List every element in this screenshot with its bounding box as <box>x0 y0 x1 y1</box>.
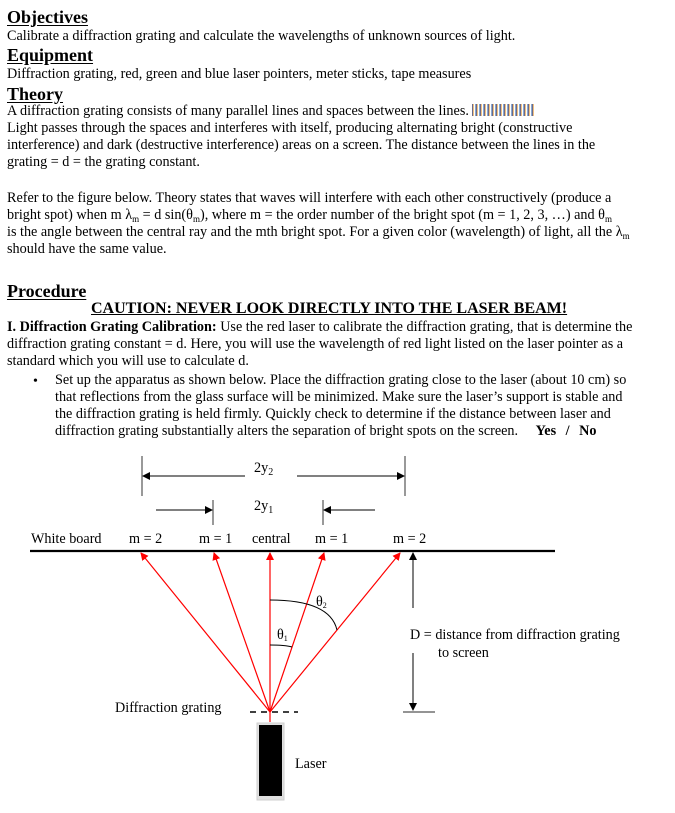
spot-label-m1-left: m = 1 <box>199 531 232 547</box>
laser-label: Laser <box>295 756 327 772</box>
theta1-label: θ1 <box>277 627 288 643</box>
diffraction-grating-label: Diffraction grating <box>115 700 222 716</box>
theta1-arc <box>269 644 293 648</box>
distance-d-dimension: D = distance from diffraction grating to… <box>403 552 620 713</box>
d-label-line-1: D = distance from diffraction grating <box>410 627 620 643</box>
spot-label-m2-right: m = 2 <box>393 531 426 547</box>
ray-m1-left <box>212 552 271 713</box>
light-rays <box>140 552 401 722</box>
ray-m2-left <box>140 552 271 713</box>
dimension-2y2: 2y2 <box>141 456 406 496</box>
white-board-label: White board <box>31 531 102 547</box>
dimension-2y1: 2y1 <box>156 498 375 525</box>
theta2-label: θ2 <box>316 594 327 610</box>
laser-body <box>259 725 282 796</box>
2y2-label: 2y2 <box>254 460 273 478</box>
ray-m2-right <box>269 552 401 713</box>
diffraction-setup-diagram: 2y2 2y1 White board m = 2 m = 1 central … <box>30 456 620 801</box>
spot-label-m1-right: m = 1 <box>315 531 348 547</box>
spot-label-central: central <box>252 531 291 547</box>
spot-label-m2-left: m = 2 <box>129 531 162 547</box>
2y1-label: 2y1 <box>254 498 273 516</box>
d-label-line-2: to screen <box>438 645 489 661</box>
